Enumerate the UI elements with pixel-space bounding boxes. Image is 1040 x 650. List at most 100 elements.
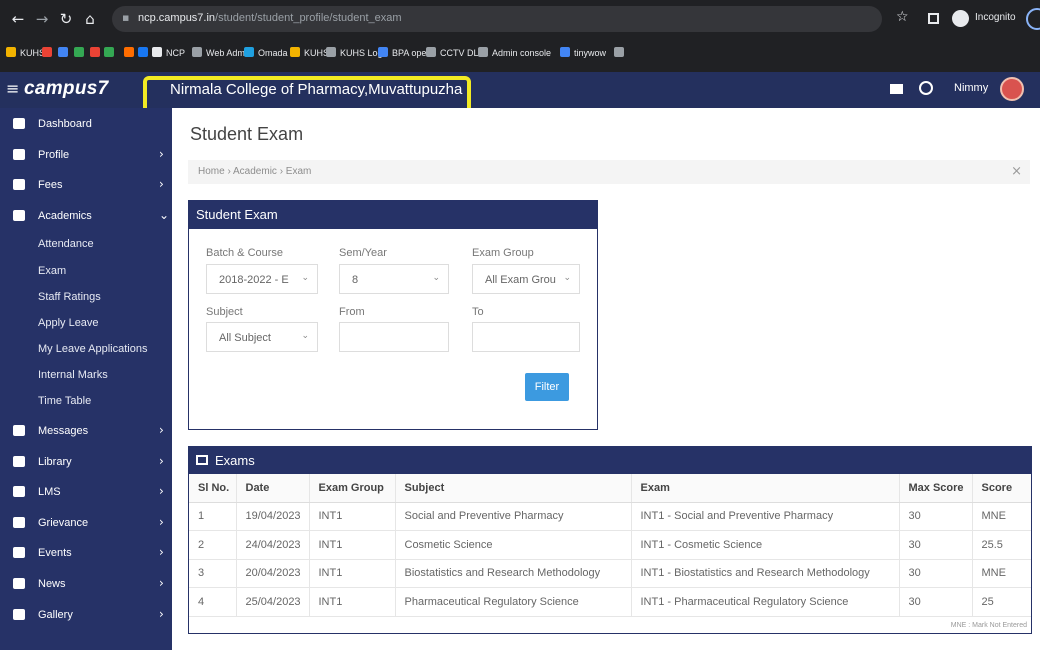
bookmark-star-icon[interactable]: ☆	[896, 9, 909, 25]
home-icon[interactable]: ⌂	[80, 9, 100, 29]
hamburger-menu-icon[interactable]: ≡	[6, 79, 19, 98]
sidebar-subitem-internal-marks[interactable]: Internal Marks	[38, 369, 108, 381]
sidebar-item-profile[interactable]: Profile ›	[0, 140, 172, 171]
table-cell: 20/04/2023	[236, 559, 310, 588]
bookmark-favicon-icon	[74, 47, 84, 57]
bookmark-favicon-icon	[244, 47, 254, 57]
table-cell: 25/04/2023	[236, 587, 310, 617]
sidebar-item-events[interactable]: Events ›	[0, 538, 172, 569]
sidebar-item-library[interactable]: Library ›	[0, 447, 172, 478]
envelope-icon[interactable]	[890, 84, 903, 94]
subject-select[interactable]: All Subject ⌄	[206, 322, 318, 352]
to-date-input[interactable]	[472, 322, 580, 352]
bookmark-item[interactable]: KUHS Log	[326, 47, 383, 58]
bookmark-favicon-icon	[152, 47, 162, 57]
table-header-row: Sl No. Date Exam Group Subject Exam Max Score…	[189, 474, 1031, 503]
chevron-right-icon: ›	[159, 423, 164, 437]
bookmark-label: CCTV DL	[440, 48, 479, 58]
lms-icon	[13, 486, 25, 497]
tab-search-icon[interactable]	[928, 13, 939, 24]
address-bar[interactable]: ▪ ncp.campus7.in/student/student_profile…	[112, 6, 882, 32]
sidebar-item-label: Gallery	[38, 609, 73, 621]
batch-course-select[interactable]: 2018-2022 - E ⌄	[206, 264, 318, 294]
chevron-right-icon: ›	[159, 454, 164, 468]
bookmark-item[interactable]	[614, 47, 628, 58]
incognito-icon	[952, 10, 969, 27]
sidebar-item-dashboard[interactable]: Dashboard	[0, 109, 172, 140]
sidebar-item-label: Events	[38, 547, 72, 559]
sidebar-item-gallery[interactable]: Gallery ›	[0, 600, 172, 631]
sidebar-item-label: Profile	[38, 149, 70, 161]
bookmark-item[interactable]: CCTV DL	[426, 47, 479, 58]
sidebar-subitem-time-table[interactable]: Time Table	[38, 395, 91, 407]
bookmark-item[interactable]	[74, 47, 88, 58]
bookmark-favicon-icon	[6, 47, 16, 57]
bookmark-item[interactable]: Omada	[244, 47, 288, 58]
column-header: Exam	[631, 474, 900, 503]
breadcrumb-text[interactable]: Home › Academic › Exam	[198, 166, 311, 177]
sem-year-select[interactable]: 8 ⌄	[339, 264, 449, 294]
bookmark-item[interactable]	[42, 47, 56, 58]
bookmark-item[interactable]: KUHS	[290, 47, 329, 58]
browser-menu-icon[interactable]	[1026, 8, 1040, 30]
sidebar-item-grievance[interactable]: Grievance ›	[0, 508, 172, 539]
newspaper-icon	[13, 578, 25, 589]
sidebar-subitem-exam[interactable]: Exam	[38, 265, 66, 277]
sidebar-item-news[interactable]: News ›	[0, 569, 172, 600]
chevron-right-icon: ›	[159, 607, 164, 621]
bookmark-item[interactable]: Admin console	[478, 47, 551, 58]
chevron-down-icon: ⌄	[159, 208, 170, 222]
bookmark-item[interactable]: Web Admin	[192, 47, 252, 58]
bookmark-label: NCP	[166, 48, 186, 58]
url-host: ncp.campus7.in	[138, 12, 216, 24]
exam-group-label: Exam Group	[472, 247, 534, 259]
avatar[interactable]	[1000, 77, 1024, 101]
bookmark-favicon-icon	[560, 47, 570, 57]
college-name: Nirmala College of Pharmacy,Muvattupuzha	[170, 81, 463, 98]
from-date-input[interactable]	[339, 322, 449, 352]
table-cell: INT1 - Pharmaceutical Regulatory Science	[631, 587, 900, 617]
column-header: Max Score	[899, 474, 973, 503]
sidebar-subitem-apply-leave[interactable]: Apply Leave	[38, 317, 99, 329]
filter-panel-title: Student Exam	[196, 207, 278, 222]
bookmark-item[interactable]: NCP	[152, 47, 185, 58]
column-header: Exam Group	[309, 474, 396, 503]
brand-logo[interactable]: campus7	[24, 78, 108, 100]
sidebar-subitem-attendance[interactable]: Attendance	[38, 238, 94, 250]
user-name[interactable]: Nimmy	[954, 82, 988, 94]
chevron-down-icon: ⌄	[432, 273, 440, 283]
table-row: 2 24/04/2023 INT1 Cosmetic Science INT1 - Co…	[189, 530, 1031, 560]
batch-course-label: Batch & Course	[206, 247, 284, 259]
bookmark-item[interactable]: BPA open	[378, 47, 431, 58]
chevron-down-icon: ⌄	[563, 273, 571, 283]
back-icon[interactable]: ←	[8, 9, 28, 29]
reload-icon[interactable]: ↻	[56, 9, 76, 29]
filter-button[interactable]: Filter	[525, 373, 569, 401]
table-cell: INT1 - Biostatistics and Research Method…	[631, 559, 900, 588]
sidebar-item-lms[interactable]: LMS ›	[0, 477, 172, 508]
bookmark-item[interactable]	[138, 47, 152, 58]
sidebar-subitem-staff-ratings[interactable]: Staff Ratings	[38, 291, 101, 303]
sidebar-item-academics[interactable]: Academics ⌄	[0, 201, 172, 232]
graduation-cap-icon	[13, 210, 25, 221]
exam-group-select[interactable]: All Exam Grou ⌄	[472, 264, 580, 294]
table-cell: INT1 - Social and Preventive Pharmacy	[631, 502, 900, 531]
bookmark-item[interactable]: tinywow	[560, 47, 606, 58]
bookmark-label: KUHS Log	[340, 48, 383, 58]
bookmark-item[interactable]: KUHS	[6, 47, 45, 58]
forward-icon[interactable]: →	[32, 9, 52, 29]
table-cell: MNE	[972, 502, 1031, 531]
sidebar-item-fees[interactable]: Fees ›	[0, 170, 172, 201]
table-cell: 19/04/2023	[236, 502, 310, 531]
browser-chrome: ← → ↻ ⌂ ▪ ncp.campus7.in/student/student…	[0, 0, 1040, 72]
sidebar-subitem-my-leave-applications[interactable]: My Leave Applications	[38, 343, 147, 355]
bookmark-item[interactable]	[104, 47, 118, 58]
table-cell: 25.5	[972, 530, 1031, 560]
bookmark-item[interactable]	[58, 47, 72, 58]
sidebar-item-messages[interactable]: Messages ›	[0, 416, 172, 447]
globe-icon[interactable]	[919, 81, 933, 95]
bookmark-label: Admin console	[492, 48, 552, 58]
column-header: Date	[236, 474, 310, 503]
close-icon[interactable]: ×	[1011, 164, 1022, 179]
sidebar-item-label: Dashboard	[38, 118, 92, 130]
